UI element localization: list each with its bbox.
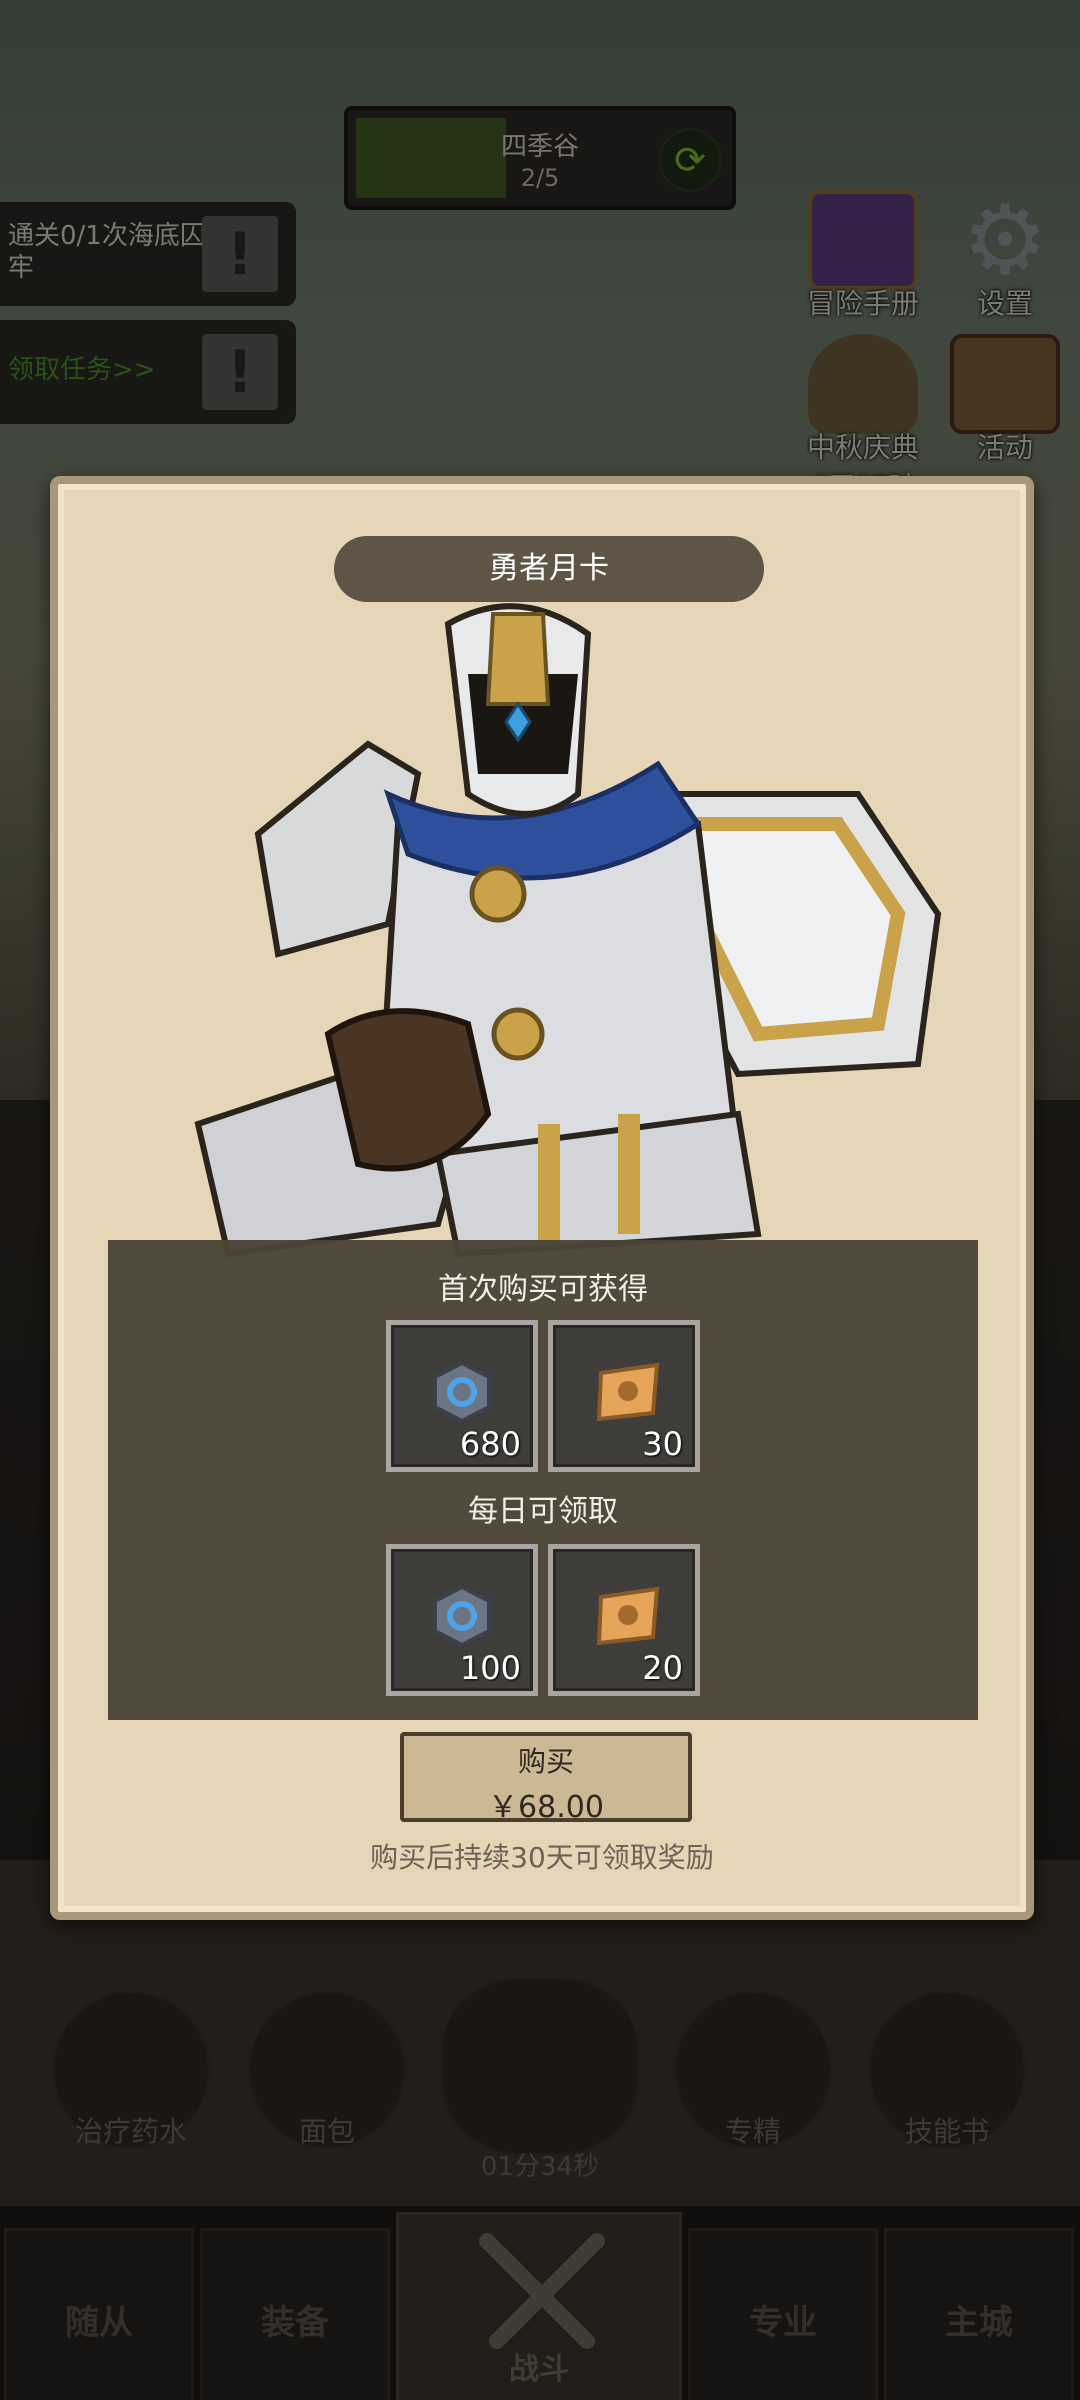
buy-label: 购买 bbox=[517, 1745, 574, 1778]
monthly-card-dialog: 勇者月卡 首次购买可获得 680 30 每日可领取 100 20 购买 ￥68.… bbox=[50, 476, 1034, 1920]
item-quantity: 100 bbox=[459, 1649, 521, 1687]
reward-panel: 首次购买可获得 680 30 每日可领取 100 20 bbox=[108, 1240, 978, 1720]
gem-icon bbox=[433, 1584, 491, 1648]
reward-item-scroll[interactable]: 20 bbox=[548, 1544, 700, 1696]
first-purchase-label: 首次购买可获得 bbox=[438, 1272, 648, 1307]
scroll-icon bbox=[596, 1586, 660, 1646]
reward-item-scroll[interactable]: 30 bbox=[548, 1320, 700, 1472]
gem-icon bbox=[433, 1360, 491, 1424]
scroll-icon bbox=[596, 1362, 660, 1422]
purchase-note: 购买后持续30天可领取奖励 bbox=[370, 1841, 714, 1874]
item-quantity: 20 bbox=[642, 1649, 683, 1687]
item-quantity: 30 bbox=[642, 1425, 683, 1463]
reward-item-gem[interactable]: 680 bbox=[386, 1320, 538, 1472]
reward-item-gem[interactable]: 100 bbox=[386, 1544, 538, 1696]
daily-label: 每日可领取 bbox=[468, 1494, 618, 1529]
item-quantity: 680 bbox=[459, 1425, 521, 1463]
price-label: ￥68.00 bbox=[488, 1790, 604, 1825]
dialog-title: 勇者月卡 bbox=[334, 536, 764, 602]
buy-button[interactable]: 购买 ￥68.00 bbox=[400, 1732, 692, 1825]
knight-illustration bbox=[194, 603, 942, 1258]
